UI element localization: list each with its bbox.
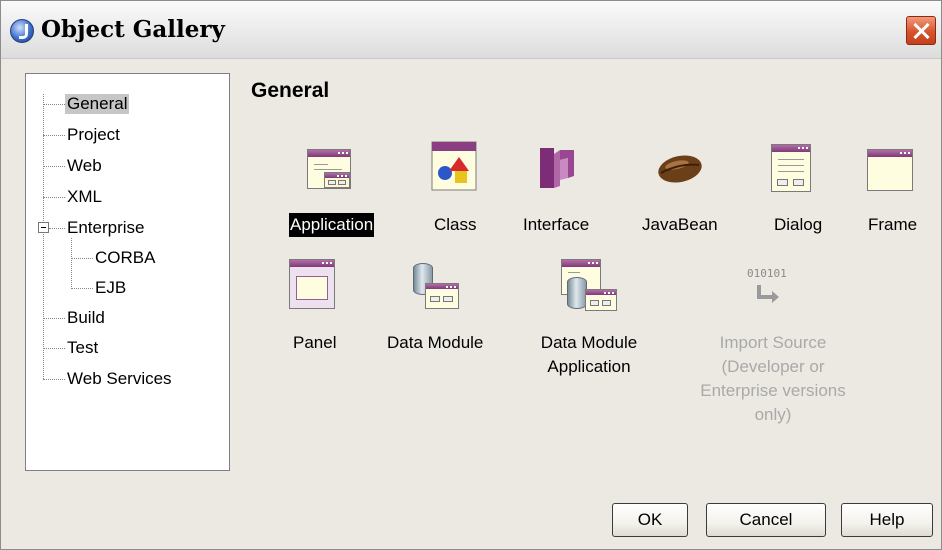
tree-item-general[interactable]: General <box>65 94 130 114</box>
title-bar[interactable]: Object Gallery <box>1 1 941 59</box>
gallery-item-data-module[interactable]: Data Module <box>386 331 484 355</box>
interface-icon[interactable] <box>540 146 576 190</box>
ok-button[interactable]: OK <box>612 503 688 537</box>
gallery-item-import-source: Import Source (Developer or Enterprise v… <box>700 333 846 424</box>
gallery-item-panel[interactable]: Panel <box>292 331 337 355</box>
class-icon[interactable] <box>431 141 477 191</box>
javabean-icon[interactable] <box>657 153 703 185</box>
tree-item-test[interactable]: Test <box>67 338 98 358</box>
gallery-item-frame[interactable]: Frame <box>867 213 918 237</box>
tree-item-ejb[interactable]: EJB <box>95 278 126 298</box>
tree-item-xml[interactable]: XML <box>67 187 102 207</box>
panel-icon[interactable] <box>289 259 335 309</box>
frame-icon[interactable] <box>867 149 913 191</box>
help-button[interactable]: Help <box>841 503 933 537</box>
tree-item-corba[interactable]: CORBA <box>95 248 155 268</box>
tree-item-build[interactable]: Build <box>67 308 105 328</box>
tree-item-web-services[interactable]: Web Services <box>67 369 172 389</box>
cancel-button[interactable]: Cancel <box>706 503 826 537</box>
tree-item-enterprise[interactable]: Enterprise <box>67 218 144 238</box>
section-title: General <box>251 79 330 102</box>
category-tree[interactable]: General Project Web XML Enterprise CORBA… <box>25 73 230 471</box>
gallery-item-data-module-application[interactable]: Data Module Application <box>531 331 647 379</box>
close-icon[interactable] <box>906 16 936 45</box>
application-icon[interactable] <box>307 149 351 189</box>
gallery-item-application[interactable]: Application <box>289 213 375 237</box>
gallery-item-interface[interactable]: Interface <box>522 213 590 237</box>
data-module-application-icon[interactable] <box>561 259 619 313</box>
jbuilder-app-icon <box>10 19 34 43</box>
window-title: Object Gallery <box>41 16 225 43</box>
object-gallery-dialog: Object Gallery General Project Web XML E… <box>0 0 942 550</box>
svg-text:010101: 010101 <box>747 267 787 280</box>
gallery-item-javabean[interactable]: JavaBean <box>641 213 719 237</box>
dialog-icon[interactable] <box>771 144 811 192</box>
import-source-icon: 010101 <box>745 265 791 309</box>
gallery-item-class[interactable]: Class <box>433 213 478 237</box>
expander-enterprise[interactable] <box>38 222 49 233</box>
data-module-icon[interactable] <box>411 263 461 311</box>
gallery-item-dialog[interactable]: Dialog <box>773 213 823 237</box>
tree-item-web[interactable]: Web <box>67 156 102 176</box>
tree-item-project[interactable]: Project <box>67 125 120 145</box>
